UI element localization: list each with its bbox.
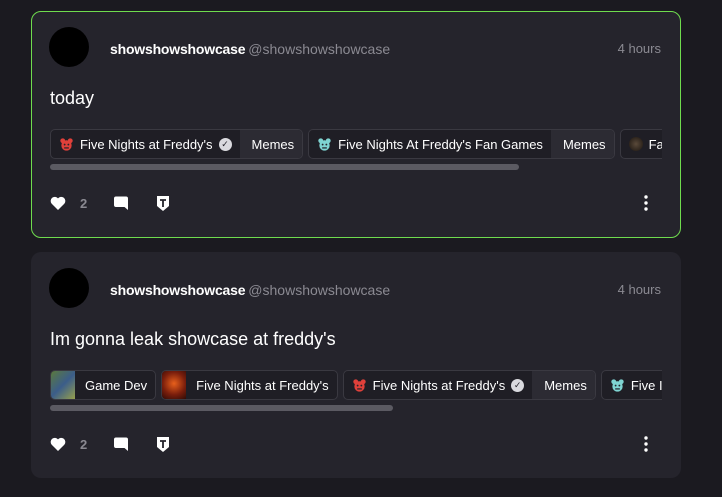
share-icon <box>157 195 170 211</box>
author-name[interactable]: showshowshowcase <box>110 41 245 57</box>
sub-category[interactable]: Memes <box>532 371 595 399</box>
more-options-button[interactable] <box>642 192 650 214</box>
post-time: 4 hours <box>617 41 661 56</box>
avatar[interactable] <box>49 27 89 67</box>
author-name[interactable]: showshowshowcase <box>110 282 245 298</box>
like-button[interactable] <box>50 192 66 214</box>
verified-icon: ✓ <box>511 378 525 392</box>
community-name: Five Nights at Freddy's <box>196 377 329 393</box>
sub-category[interactable]: Memes <box>550 130 614 158</box>
community-tag[interactable]: Five Nights at Freddy's ✓ Memes <box>50 129 304 159</box>
comment-button[interactable] <box>113 192 129 214</box>
post-text: Im gonna leak showcase at freddy's <box>50 329 336 349</box>
tags-scrollbar[interactable] <box>50 164 519 170</box>
gamedev-thumbnail <box>51 371 75 399</box>
post-actions: 2 <box>50 433 171 455</box>
community-name: Five Nights at Freddy's <box>80 136 213 152</box>
post-author: showshowshowcase @showshowshowcase <box>110 41 390 57</box>
heart-icon <box>50 437 66 451</box>
comment-icon <box>114 196 129 210</box>
author-handle: @showshowshowcase <box>248 282 391 298</box>
community-name: Five Nights At Freddy's Fan Games <box>338 136 543 152</box>
community-tag[interactable]: Five Nights at Freddy's ✓ Memes <box>342 370 596 400</box>
heart-icon <box>50 196 66 210</box>
author-handle: @showshowshowcase <box>248 41 391 57</box>
post-author: showshowshowcase @showshowshowcase <box>110 282 390 298</box>
fnaf-red-bear-icon <box>59 137 74 152</box>
more-vertical-icon <box>644 436 648 452</box>
more-options-button[interactable] <box>642 433 650 455</box>
fnaf-teal-bear-icon <box>317 137 332 152</box>
post-card[interactable]: showshowshowcase @showshowshowcase 4 hour… <box>31 11 681 238</box>
comment-button[interactable] <box>113 433 129 455</box>
avatar[interactable] <box>49 268 89 308</box>
post-card[interactable]: showshowshowcase @showshowshowcase 4 hour… <box>31 252 681 478</box>
community-tags: Five Nights at Freddy's ✓ Memes Five Nig… <box>50 129 662 159</box>
sub-category[interactable]: Memes <box>239 130 303 158</box>
post-time: 4 hours <box>617 282 661 297</box>
share-button[interactable] <box>155 433 171 455</box>
community-tags: Game Dev Five Nights at Freddy's Five Ni… <box>50 370 662 400</box>
community-name: Five I <box>630 377 662 393</box>
community-name: Five Nights at Freddy's <box>372 377 506 393</box>
tags-scrollbar[interactable] <box>50 405 393 411</box>
community-tag[interactable]: Five I <box>600 370 662 400</box>
like-count: 2 <box>80 436 88 452</box>
fnaf-thumbnail <box>162 371 187 399</box>
share-icon <box>157 436 170 452</box>
verified-icon: ✓ <box>218 137 232 151</box>
like-count: 2 <box>80 195 88 211</box>
community-tag[interactable]: Fa <box>619 129 662 159</box>
share-button[interactable] <box>155 192 171 214</box>
community-name: Game Dev <box>85 377 148 393</box>
fnaf-teal-bear-icon <box>610 378 625 393</box>
comment-icon <box>114 437 129 451</box>
community-tag[interactable]: Five Nights at Freddy's <box>161 370 338 400</box>
fnaf-red-bear-icon <box>352 378 367 393</box>
community-tag[interactable]: Five Nights At Freddy's Fan Games Memes <box>308 129 615 159</box>
community-name: Fa <box>648 136 662 152</box>
community-avatar-icon <box>628 137 643 151</box>
post-actions: 2 <box>50 192 171 214</box>
more-vertical-icon <box>644 195 648 211</box>
community-tag[interactable]: Game Dev <box>50 370 157 400</box>
post-text: today <box>50 88 95 108</box>
like-button[interactable] <box>50 433 66 455</box>
